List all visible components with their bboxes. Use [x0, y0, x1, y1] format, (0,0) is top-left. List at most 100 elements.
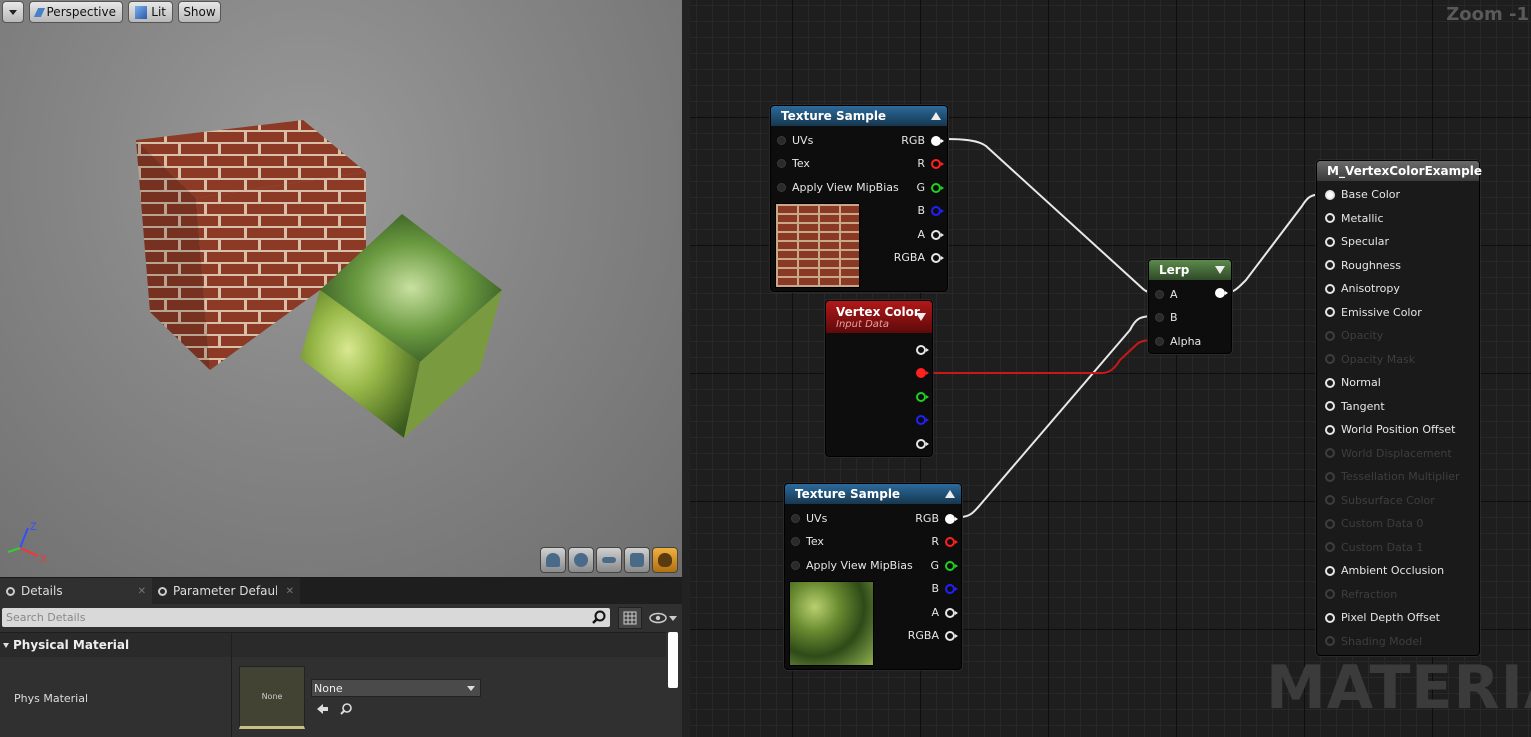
details-panel: Details ✕ Parameter Defaults ✕ Search De… — [0, 578, 682, 737]
expand-arrow-icon[interactable] — [916, 313, 926, 321]
input-pin-tex[interactable]: Tex — [791, 535, 824, 548]
output-pin-b[interactable] — [916, 415, 929, 425]
output-pin-rgba[interactable]: RGBA — [893, 251, 944, 264]
lerp-node[interactable]: Lerp A B Alpha — [1148, 259, 1232, 354]
cube-preview-button[interactable] — [624, 547, 650, 573]
material-input-pin[interactable]: Base Color — [1325, 188, 1400, 201]
pin-ring-icon — [1325, 424, 1335, 435]
use-selected-asset-icon[interactable] — [315, 702, 329, 716]
material-input-pin[interactable]: Anisotropy — [1325, 282, 1400, 295]
material-input-pin[interactable]: Pixel Depth Offset — [1325, 611, 1440, 624]
texture-sample-node-1[interactable]: Texture Sample UVs Tex Apply View MipBia… — [770, 105, 948, 292]
tab-parameter-defaults[interactable]: Parameter Defaults ✕ — [152, 578, 300, 604]
input-pin-alpha[interactable]: Alpha — [1155, 335, 1201, 348]
output-pin-result[interactable] — [1215, 288, 1228, 298]
output-pin-rgb[interactable] — [916, 345, 929, 355]
material-input-pin[interactable]: Ambient Occlusion — [1325, 564, 1444, 577]
input-pin-tex[interactable]: Tex — [777, 157, 810, 170]
viewport[interactable]: Perspective Lit Show Z X — [0, 0, 682, 577]
pin-label: Normal — [1341, 376, 1381, 389]
pin-label: RGB — [915, 512, 939, 525]
pin-label: G — [930, 559, 939, 572]
input-pin-mipbias[interactable]: Apply View MipBias — [791, 559, 913, 572]
cylinder-preview-button[interactable] — [540, 547, 566, 573]
sphere-preview-button[interactable] — [568, 547, 594, 573]
output-pin-g[interactable]: G — [930, 559, 958, 572]
pin-ring-icon — [1325, 377, 1335, 388]
material-input-pin[interactable]: Emissive Color — [1325, 306, 1422, 319]
pin-ring-icon — [1325, 283, 1335, 294]
output-pin-r[interactable]: R — [917, 157, 944, 170]
output-pin-g[interactable]: G — [916, 181, 944, 194]
material-input-pin: Subsurface Color — [1325, 494, 1435, 507]
input-pin-a[interactable]: A — [1155, 288, 1178, 301]
asset-picker-combo[interactable]: None — [311, 679, 481, 697]
panel-splitter[interactable] — [682, 0, 690, 737]
output-pin-rgba[interactable]: RGBA — [908, 629, 958, 642]
pin-dot-icon — [791, 537, 800, 546]
close-icon[interactable]: ✕ — [138, 586, 146, 597]
node-header: Vertex Color Input Data — [826, 301, 932, 333]
details-scrollbar[interactable] — [668, 632, 678, 688]
node-title: Texture Sample — [795, 487, 901, 501]
pin-ring-icon — [1325, 236, 1335, 247]
output-pin-b[interactable]: B — [931, 582, 958, 595]
input-pin-uvs[interactable]: UVs — [791, 512, 827, 525]
search-details-input[interactable]: Search Details — [2, 608, 610, 627]
material-input-pin[interactable]: Normal — [1325, 376, 1381, 389]
pin-ring-icon — [1325, 354, 1335, 364]
input-pin-uvs[interactable]: UVs — [777, 134, 813, 147]
pin-label: Custom Data 0 — [1341, 517, 1424, 530]
output-pin-rgb[interactable]: RGB — [915, 512, 958, 525]
material-input-pin[interactable]: Roughness — [1325, 259, 1401, 272]
node-title: M_VertexColorExample — [1327, 164, 1482, 178]
material-input-pin[interactable]: Metallic — [1325, 212, 1384, 225]
output-pin-a[interactable] — [916, 439, 929, 449]
material-input-pin[interactable]: Specular — [1325, 235, 1389, 248]
vertex-color-node[interactable]: Vertex Color Input Data — [825, 300, 933, 457]
collapse-arrow-icon[interactable] — [945, 490, 955, 498]
asset-thumbnail[interactable]: None — [239, 666, 305, 729]
output-pin-r[interactable]: R — [931, 535, 958, 548]
collapse-arrow-icon[interactable] — [931, 112, 941, 120]
texture-sample-node-2[interactable]: Texture Sample UVs Tex Apply View MipBia… — [784, 483, 962, 670]
material-input-pin: World Displacement — [1325, 447, 1452, 460]
output-pin-a[interactable]: A — [917, 228, 944, 241]
brick-texture-preview — [775, 203, 860, 288]
pin-out-icon — [916, 368, 929, 378]
visibility-filter-button[interactable] — [646, 608, 680, 628]
pin-out-icon — [1215, 288, 1228, 298]
expand-arrow-icon[interactable] — [1215, 266, 1225, 274]
pin-label: RGBA — [893, 251, 925, 264]
browse-asset-icon[interactable] — [339, 702, 353, 716]
tab-details[interactable]: Details ✕ — [0, 578, 152, 604]
pin-label: Apply View MipBias — [806, 559, 913, 572]
material-input-pin: Custom Data 0 — [1325, 517, 1423, 530]
output-pin-rgb[interactable]: RGB — [901, 134, 944, 147]
material-input-pin[interactable]: World Position Offset — [1325, 423, 1455, 436]
view-options-grid-button[interactable] — [618, 607, 642, 629]
pin-ring-icon — [1325, 471, 1335, 482]
pin-ring-icon — [1325, 589, 1335, 599]
pin-out-icon — [945, 536, 958, 547]
sphere-icon — [574, 553, 588, 567]
output-pin-r[interactable] — [916, 368, 929, 378]
pin-dot-icon — [791, 561, 800, 570]
output-pin-a[interactable]: A — [931, 606, 958, 619]
custom-mesh-preview-button[interactable] — [652, 547, 678, 573]
input-pin-b[interactable]: B — [1155, 311, 1178, 324]
material-input-pin: Custom Data 1 — [1325, 541, 1423, 554]
plane-preview-button[interactable] — [596, 547, 622, 573]
pin-ring-icon — [1325, 612, 1335, 623]
pin-label: UVs — [806, 512, 828, 525]
material-result-node[interactable]: M_VertexColorExample Base Color Metallic S… — [1316, 160, 1482, 656]
close-icon[interactable]: ✕ — [286, 586, 294, 597]
teapot-icon — [658, 553, 672, 567]
material-input-pin[interactable]: Tangent — [1325, 400, 1385, 413]
property-row-phys-material: Phys Material None None — [0, 657, 666, 737]
output-pin-g[interactable] — [916, 392, 929, 402]
category-physical-material[interactable]: Physical Material — [0, 632, 666, 657]
output-pin-b[interactable]: B — [917, 204, 944, 217]
material-graph[interactable]: Zoom -1 MATERIAL Texture Sample UVs Tex … — [690, 0, 1531, 737]
input-pin-mipbias[interactable]: Apply View MipBias — [777, 181, 899, 194]
